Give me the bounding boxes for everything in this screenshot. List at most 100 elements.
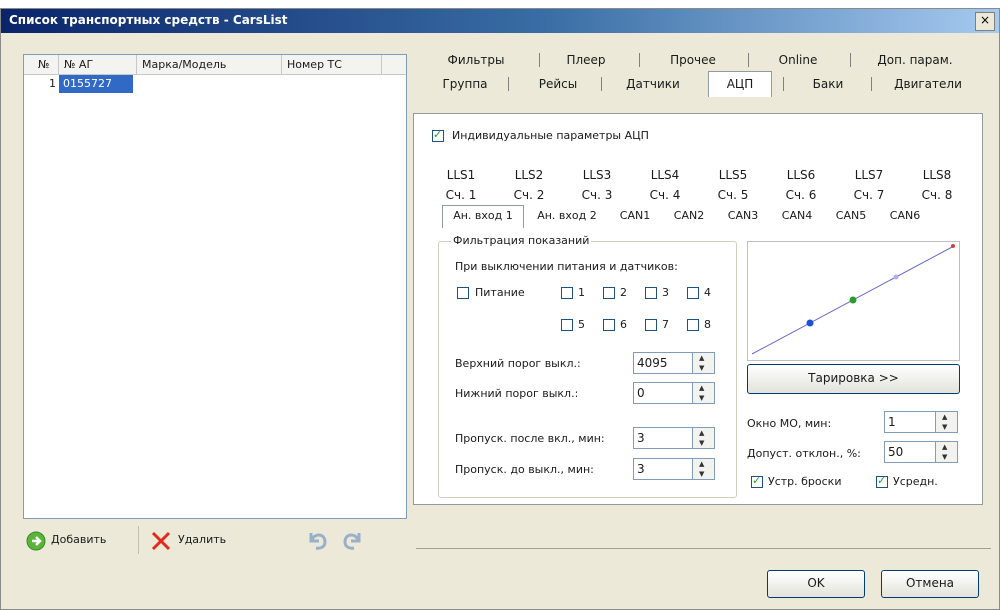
subtab-counter-8[interactable]: Сч. 8	[914, 185, 960, 205]
tab-player[interactable]: Плеер	[551, 49, 621, 71]
lower-threshold-input[interactable]: 0	[633, 382, 693, 404]
calibration-point-1	[806, 319, 814, 327]
subtab-can2[interactable]: CAN2	[666, 205, 712, 227]
subtab-counter-5[interactable]: Сч. 5	[710, 185, 756, 205]
tab-engines[interactable]: Двигатели	[883, 73, 973, 95]
tab-trips[interactable]: Рейсы	[523, 73, 593, 95]
power-checkbox[interactable]	[457, 287, 469, 299]
skip-after-on-input[interactable]: 3	[633, 427, 693, 449]
upper-threshold-spinner[interactable]: 4095 ▲ ▼	[633, 352, 715, 374]
subtab-can3[interactable]: CAN3	[720, 205, 766, 227]
tab-separator	[783, 77, 784, 91]
subtab-lls2[interactable]: LLS2	[506, 165, 552, 185]
subtab-lls1[interactable]: LLS1	[438, 165, 484, 185]
tab-sensors[interactable]: Датчики	[613, 73, 693, 95]
vehicle-list[interactable]: № № АГ Марка/Модель Номер ТС 1 0155727	[23, 54, 407, 519]
column-header-plate[interactable]: Номер ТС	[282, 55, 382, 75]
subtab-analog-input-2[interactable]: Ан. вход 2	[530, 205, 604, 227]
skip-before-off-input[interactable]: 3	[633, 458, 693, 480]
average-label: Усредн.	[893, 475, 938, 488]
allowed-deviation-spinner[interactable]: 50 ▲ ▼	[884, 441, 958, 463]
remove-spikes-label: Устр. броски	[768, 475, 842, 488]
tab-online[interactable]: Online	[763, 49, 833, 71]
sensor-5-checkbox[interactable]	[561, 319, 573, 331]
subtab-can6[interactable]: CAN6	[882, 205, 928, 227]
subtab-can1[interactable]: CAN1	[612, 205, 658, 227]
column-header-num[interactable]: №	[24, 55, 59, 75]
undo-icon[interactable]	[305, 529, 329, 551]
subtab-lls7[interactable]: LLS7	[846, 165, 892, 185]
subtab-lls5[interactable]: LLS5	[710, 165, 756, 185]
row-plate	[282, 75, 382, 93]
tab-tanks[interactable]: Баки	[793, 73, 863, 95]
subtab-counter-2[interactable]: Сч. 2	[506, 185, 552, 205]
tab-group[interactable]: Группа	[435, 73, 495, 95]
subtab-counter-4[interactable]: Сч. 4	[642, 185, 688, 205]
tab-extra-params[interactable]: Доп. парам.	[865, 49, 965, 71]
sensor-4-checkbox[interactable]	[687, 287, 699, 299]
tab-filters[interactable]: Фильтры	[441, 49, 511, 71]
subtab-can5[interactable]: CAN5	[828, 205, 874, 227]
sensor-6-checkbox[interactable]	[603, 319, 615, 331]
sensor-3-checkbox[interactable]	[645, 287, 657, 299]
vehicle-list-header: № № АГ Марка/Модель Номер ТС	[24, 55, 406, 75]
allowed-deviation-input[interactable]: 50	[884, 441, 936, 463]
skip-before-off-arrows[interactable]: ▲ ▼	[693, 458, 715, 480]
subtab-lls8[interactable]: LLS8	[914, 165, 960, 185]
subtab-counter-6[interactable]: Сч. 6	[778, 185, 824, 205]
subtab-analog-input-1[interactable]: Ан. вход 1	[442, 205, 524, 228]
delete-icon	[151, 531, 171, 551]
smoothing-window-arrows[interactable]: ▲ ▼	[936, 411, 958, 433]
sensor-4-label: 4	[704, 286, 711, 299]
upper-threshold-arrows[interactable]: ▲ ▼	[693, 352, 715, 374]
sensor-6-label: 6	[620, 318, 627, 331]
sensor-2-label: 2	[620, 286, 627, 299]
skip-after-on-spinner[interactable]: 3 ▲ ▼	[633, 427, 715, 449]
table-row[interactable]: 1 0155727	[24, 75, 406, 93]
subtab-lls4[interactable]: LLS4	[642, 165, 688, 185]
adc-tab-page: Индивидуальные параметры АЦП LLS1 LLS2 L…	[413, 113, 983, 505]
upper-threshold-label: Верхний порог выкл.:	[455, 357, 581, 370]
tab-adc[interactable]: АЦП	[708, 71, 772, 98]
ok-button[interactable]: OK	[767, 570, 865, 598]
cancel-button[interactable]: Отмена	[881, 570, 979, 598]
lower-threshold-spinner[interactable]: 0 ▲ ▼	[633, 382, 715, 404]
subtab-row-lls: LLS1 LLS2 LLS3 LLS4 LLS5 LLS6 LLS7 LLS8	[438, 165, 968, 185]
subtab-counter-7[interactable]: Сч. 7	[846, 185, 892, 205]
sensor-7-checkbox[interactable]	[645, 319, 657, 331]
average-checkbox[interactable]	[876, 474, 888, 488]
tab-row-bottom: Группа Рейсы Датчики АЦП Баки Двигатели	[413, 71, 983, 98]
subtab-lls6[interactable]: LLS6	[778, 165, 824, 185]
add-button[interactable]: Добавить	[23, 528, 135, 554]
row-ag-number[interactable]: 0155727	[59, 75, 133, 93]
smoothing-window-input[interactable]: 1	[884, 411, 936, 433]
subtab-lls3[interactable]: LLS3	[574, 165, 620, 185]
tab-separator	[539, 53, 540, 67]
delete-button[interactable]: Удалить	[148, 528, 248, 554]
remove-spikes-checkbox[interactable]	[751, 474, 763, 488]
filter-groupbox: Фильтрация показаний При выключении пита…	[438, 234, 737, 498]
close-button[interactable]: ×	[975, 12, 995, 31]
subtab-counter-3[interactable]: Сч. 3	[574, 185, 620, 205]
close-icon: ×	[979, 13, 991, 27]
calibration-button[interactable]: Тарировка >>	[747, 364, 960, 394]
sensor-8-checkbox[interactable]	[687, 319, 699, 331]
smoothing-window-spinner[interactable]: 1 ▲ ▼	[884, 411, 958, 433]
filter-group-title: Фильтрация показаний	[451, 234, 592, 247]
subtab-counter-1[interactable]: Сч. 1	[438, 185, 484, 205]
column-header-model[interactable]: Марка/Модель	[137, 55, 282, 75]
redo-icon[interactable]	[341, 529, 365, 551]
sensor-1-checkbox[interactable]	[561, 287, 573, 299]
allowed-deviation-arrows[interactable]: ▲ ▼	[936, 441, 958, 463]
skip-after-on-arrows[interactable]: ▲ ▼	[693, 427, 715, 449]
sensor-3-label: 3	[662, 286, 669, 299]
individual-adc-checkbox[interactable]	[432, 128, 444, 142]
sensor-5-label: 5	[578, 318, 585, 331]
tab-other[interactable]: Прочее	[653, 49, 733, 71]
lower-threshold-arrows[interactable]: ▲ ▼	[693, 382, 715, 404]
sensor-2-checkbox[interactable]	[603, 287, 615, 299]
subtab-can4[interactable]: CAN4	[774, 205, 820, 227]
upper-threshold-input[interactable]: 4095	[633, 352, 693, 374]
column-header-ag[interactable]: № АГ	[59, 55, 137, 75]
skip-before-off-spinner[interactable]: 3 ▲ ▼	[633, 458, 715, 480]
